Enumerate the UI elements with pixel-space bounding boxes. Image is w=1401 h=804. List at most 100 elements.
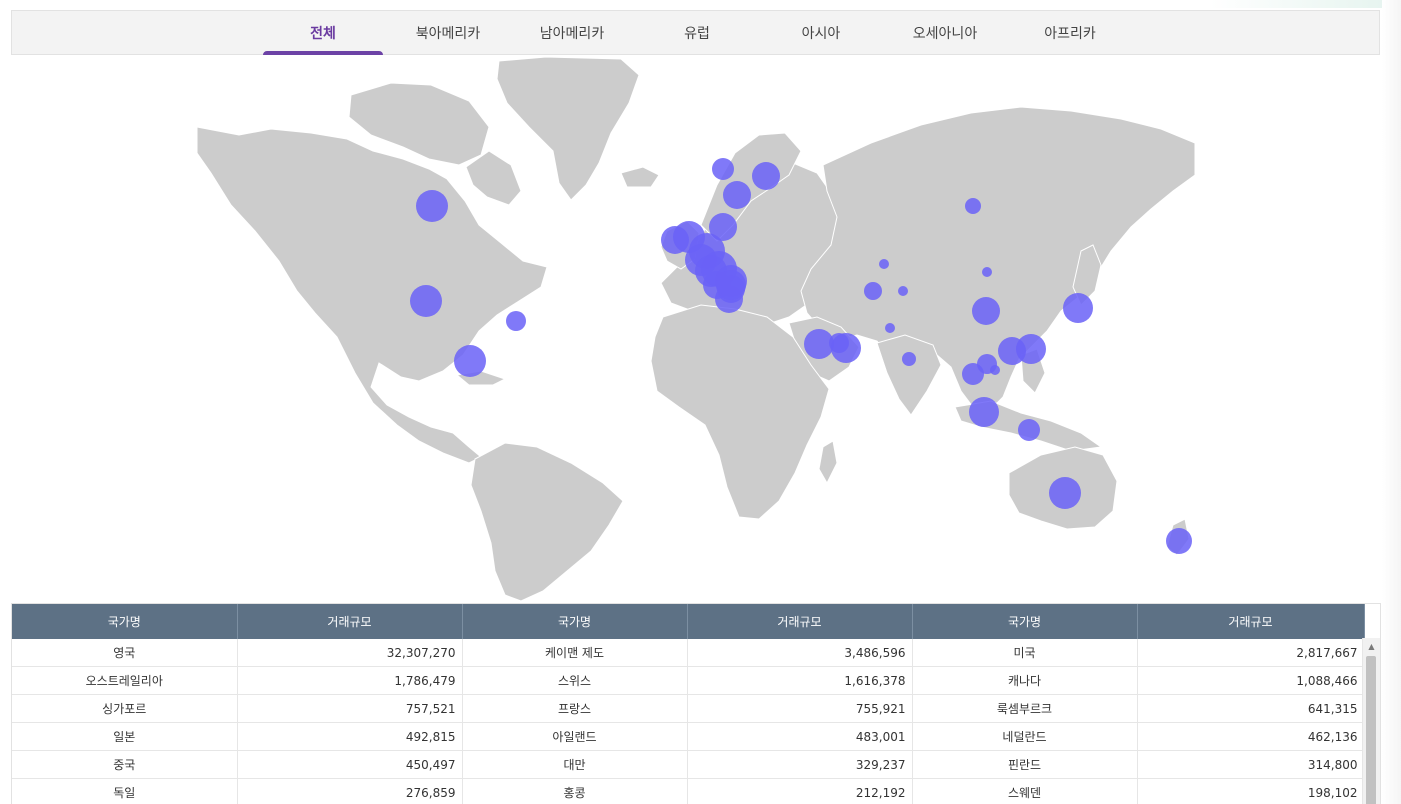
land-asia [800,106,1196,410]
country-trade-table: 국가명 거래규모 국가명 거래규모 국가명 거래규모 영국 32,307,270… [11,603,1381,804]
cell-volume: 32,307,270 [237,639,463,667]
cell-country: 핀란드 [912,750,1138,779]
trade-volume-bubble[interactable] [972,297,1000,325]
trade-volume-bubble[interactable] [898,286,908,296]
trade-volume-bubble[interactable] [723,181,751,209]
cell-country: 프랑스 [462,694,688,723]
trade-volume-bubble[interactable] [416,190,448,222]
table-row: 중국 450,497 대만 329,237 핀란드 314,800 [12,750,1365,779]
world-map [11,55,1380,603]
land-iceland [620,166,660,188]
tab-south-america-label: 남아메리카 [539,26,605,42]
tab-all-label: 전체 [310,26,336,42]
scroll-up-arrow-icon[interactable]: ▲ [1363,638,1380,654]
cell-country: 독일 [12,778,238,804]
trade-volume-bubble[interactable] [969,397,999,427]
trade-volume-bubble[interactable] [990,365,1000,375]
cell-country: 중국 [12,750,238,779]
table-row: 독일 276,859 홍콩 212,192 스웨덴 198,102 [12,778,1365,804]
cell-country: 캐나다 [912,666,1138,695]
cell-volume: 3,486,596 [687,639,913,667]
cell-volume: 462,136 [1137,722,1365,751]
cell-country: 케이맨 제도 [462,639,688,667]
table-row: 영국 32,307,270 케이맨 제도 3,486,596 미국 2,817,… [12,639,1365,667]
tab-asia[interactable]: 아시아 [761,11,881,55]
trade-volume-bubble[interactable] [1049,477,1081,509]
cell-volume: 2,817,667 [1137,639,1365,667]
cell-volume: 276,859 [237,778,463,804]
trade-volume-bubble[interactable] [712,158,734,180]
cell-country: 영국 [12,639,238,667]
cell-volume: 1,616,378 [687,666,913,695]
header-country-1[interactable]: 국가명 [12,604,238,639]
trade-volume-bubble[interactable] [965,198,981,214]
trade-volume-bubble[interactable] [1016,334,1046,364]
trade-volume-bubble[interactable] [1063,293,1093,323]
land-baffin-island [465,150,522,206]
header-country-3[interactable]: 국가명 [912,604,1138,639]
table-row: 일본 492,815 아일랜드 483,001 네덜란드 462,136 [12,722,1365,751]
trade-volume-bubble[interactable] [506,311,526,331]
top-right-decoration [1210,0,1401,8]
table-row: 오스트레일리아 1,786,479 스위스 1,616,378 캐나다 1,08… [12,666,1365,695]
trade-volume-bubble[interactable] [902,352,916,366]
land-india [876,334,942,416]
cell-country: 스위스 [462,666,688,695]
tab-africa[interactable]: 아프리카 [1010,11,1130,55]
tab-south-america[interactable]: 남아메리카 [512,11,632,55]
cell-volume: 1,786,479 [237,666,463,695]
world-map-svg [196,56,1196,602]
page-gutter [1382,0,1401,804]
cell-volume: 198,102 [1137,778,1365,804]
land-madagascar [818,440,838,485]
land-greenland [496,56,640,201]
tab-north-america-label: 북아메리카 [415,26,481,42]
tab-all[interactable]: 전체 [263,11,383,56]
cell-country: 미국 [912,639,1138,667]
country-trade-grid: 국가명 거래규모 국가명 거래규모 국가명 거래규모 영국 32,307,270… [12,604,1365,804]
cell-country: 아일랜드 [462,722,688,751]
trade-volume-bubble[interactable] [831,333,861,363]
cell-volume: 329,237 [687,750,913,779]
cell-country: 일본 [12,722,238,751]
header-country-2[interactable]: 국가명 [462,604,688,639]
trade-volume-bubble[interactable] [1166,528,1192,554]
trade-volume-bubble[interactable] [454,345,486,377]
region-tab-bar: 전체 북아메리카 남아메리카 유럽 아시아 오세아니아 아프리카 [11,10,1380,56]
land-south-america [470,442,624,602]
cell-volume: 450,497 [237,750,463,779]
trade-volume-bubble[interactable] [1018,419,1040,441]
tab-africa-label: 아프리카 [1044,26,1096,42]
header-volume-3[interactable]: 거래규모 [1137,604,1365,639]
cell-country: 네덜란드 [912,722,1138,751]
trade-volume-bubble[interactable] [752,162,780,190]
tab-europe[interactable]: 유럽 [637,11,757,55]
table-row: 싱가포르 757,521 프랑스 755,921 룩셈부르크 641,315 [12,694,1365,723]
tab-europe-label: 유럽 [684,26,710,42]
tab-asia-label: 아시아 [801,26,841,42]
tab-oceania[interactable]: 오세아니아 [885,11,1005,55]
cell-country: 스웨덴 [912,778,1138,804]
tab-north-america[interactable]: 북아메리카 [388,11,508,55]
header-volume-1[interactable]: 거래규모 [237,604,463,639]
trade-volume-bubble[interactable] [410,285,442,317]
cell-volume: 755,921 [687,694,913,723]
cell-volume: 757,521 [237,694,463,723]
table-scrollbar[interactable]: ▲ [1362,638,1380,804]
cell-country: 대만 [462,750,688,779]
scroll-thumb[interactable] [1366,656,1376,804]
trade-volume-bubble[interactable] [879,259,889,269]
cell-volume: 492,815 [237,722,463,751]
cell-country: 홍콩 [462,778,688,804]
cell-country: 싱가포르 [12,694,238,723]
cell-country: 룩셈부르크 [912,694,1138,723]
cell-volume: 641,315 [1137,694,1365,723]
trade-volume-bubble[interactable] [864,282,882,300]
trade-volume-bubble[interactable] [716,270,746,300]
cell-volume: 483,001 [687,722,913,751]
trade-volume-bubble[interactable] [885,323,895,333]
header-volume-2[interactable]: 거래규모 [687,604,913,639]
tab-oceania-label: 오세아니아 [912,26,978,42]
trade-volume-bubble[interactable] [982,267,992,277]
cell-volume: 314,800 [1137,750,1365,779]
